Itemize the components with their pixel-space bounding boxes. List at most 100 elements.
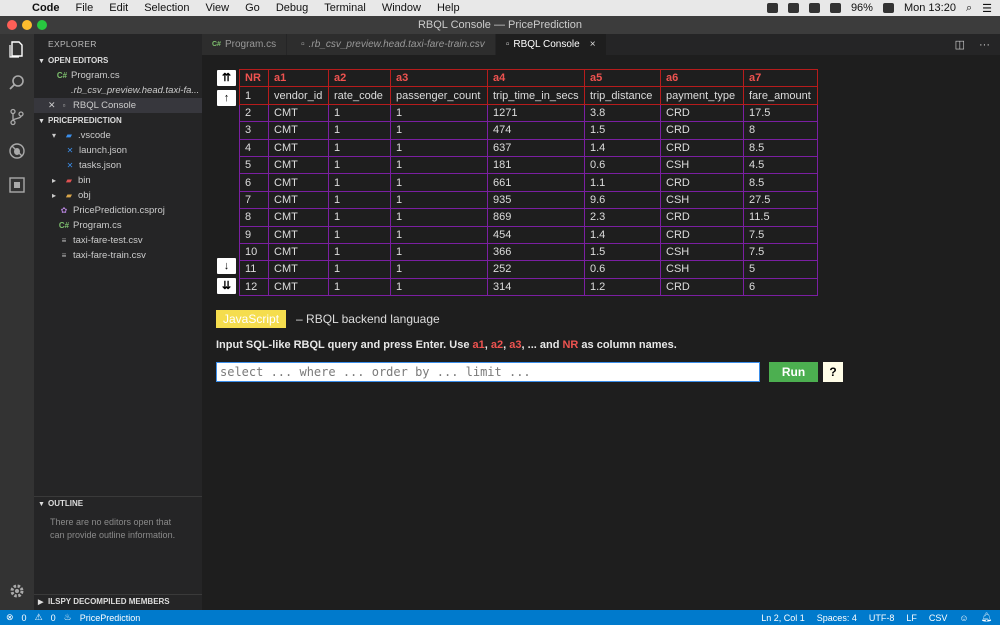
warning-count[interactable]: 0 [51,613,56,623]
search-icon[interactable]: ⌕ [966,2,972,15]
tab-csv-preview[interactable]: ▫ .rb_csv_preview.head.taxi-fare-train.c… [287,34,496,55]
prev-page-button[interactable]: ↑ [217,90,236,106]
debug-icon[interactable] [7,142,27,162]
encoding[interactable]: UTF-8 [869,613,895,623]
table-cell: 1.5 [584,121,661,140]
table-cell: CSH [660,260,744,279]
menu-edit[interactable]: Edit [101,2,136,14]
warning-icon[interactable]: ⚠ [35,612,43,623]
table-cell: 935 [487,190,585,210]
close-icon[interactable]: ✕ [48,98,58,113]
table-cell: 869 [487,208,585,227]
next-page-button[interactable]: ↓ [217,258,236,274]
line-ending[interactable]: LF [906,613,917,623]
flame-icon[interactable]: ♨ [64,612,72,623]
outline-header[interactable]: ▼ OUTLINE [34,496,202,510]
error-count[interactable]: 0 [22,613,27,623]
help-button[interactable]: ? [823,362,843,382]
table-cell: 1 [390,190,488,210]
open-editor-label: .rb_csv_preview.head.taxi-fa... [71,85,200,96]
tree-item-vscode[interactable]: ▾ ▰ .vscode [34,128,202,143]
table-cell: CRD [660,103,744,123]
menu-terminal[interactable]: Terminal [316,2,374,14]
minimize-window-button[interactable] [22,20,32,30]
tab-program-cs[interactable]: C# Program.cs [202,34,288,55]
outline-panel: ▼ OUTLINE There are no editors open that … [34,496,202,548]
volume-icon[interactable] [829,3,841,13]
notifications-bell-icon[interactable]: 🔔︎ [981,612,992,623]
menu-window[interactable]: Window [374,2,429,14]
close-icon[interactable]: × [590,34,596,55]
col-header-a6: a6 [660,68,744,88]
more-actions-icon[interactable]: ··· [979,39,990,51]
table-cell: 1.5 [584,242,661,262]
tree-item-program-cs[interactable]: C# Program.cs [34,218,202,233]
open-editor-csv-preview[interactable]: .rb_csv_preview.head.taxi-fa... [34,83,202,98]
settings-gear-icon[interactable] [7,582,27,602]
menubar-clock[interactable]: Mon 13:20 [904,2,956,14]
menu-help[interactable]: Help [429,2,468,14]
last-page-button[interactable]: ⇊ [217,278,236,294]
menu-go[interactable]: Go [237,2,268,14]
cursor-position[interactable]: Ln 2, Col 1 [761,613,805,623]
extensions-icon[interactable] [7,176,27,196]
table-cell: 1 [328,225,391,244]
tree-item-bin[interactable]: ▸ ▰ bin [34,173,202,188]
table-cell: CSH [660,155,744,175]
source-control-icon[interactable] [7,108,27,128]
backend-language-button[interactable]: JavaScript [216,310,287,328]
menu-selection[interactable]: Selection [136,2,197,14]
wifi-icon[interactable] [808,3,820,13]
table-cell: 0.6 [584,155,661,175]
first-page-button[interactable]: ⇈ [217,70,236,86]
table-cell: 1 [328,260,391,279]
language-mode[interactable]: CSV [929,613,948,623]
tree-item-label: taxi-fare-train.csv [73,250,146,261]
errors-icon[interactable]: ⊗ [6,612,14,623]
tree-item-taxi-fare-train[interactable]: ≡ taxi-fare-train.csv [34,248,202,263]
tree-item-obj[interactable]: ▸ ▰ obj [34,188,202,203]
run-button[interactable]: Run [769,362,818,382]
split-editor-icon[interactable]: ◫ [955,38,965,51]
tree-item-label: bin [78,175,91,186]
col-header-a2: a2 [328,68,391,88]
project-header[interactable]: ▼ PRICEPREDICTION [34,114,202,128]
tree-item-csproj[interactable]: ✿ PricePrediction.csproj [34,203,202,218]
query-input[interactable] [216,362,760,382]
table-cell: CRD [660,121,744,140]
tab-rbql-console[interactable]: ▫ RBQL Console × [495,34,607,55]
ilspy-panel: ▶ ILSPY DECOMPILED MEMBERS [34,594,202,609]
indentation[interactable]: Spaces: 4 [817,613,857,623]
project-name[interactable]: PricePrediction [80,613,141,623]
menu-app-code[interactable]: Code [24,2,68,14]
open-editor-rbql-console[interactable]: ✕ ▫ RBQL Console [34,98,202,113]
open-editors-header[interactable]: ▼ OPEN EDITORS [34,54,202,68]
explorer-icon[interactable] [7,40,27,60]
menu-list-icon[interactable]: ☰ [982,2,992,15]
zoom-window-button[interactable] [37,20,47,30]
search-icon[interactable] [7,74,27,94]
tab-label: .rb_csv_preview.head.taxi-fare-train.csv [308,39,485,50]
table-cell: 9 [239,225,269,244]
tree-item-launch-json[interactable]: ✕ launch.json [34,143,202,158]
menu-view[interactable]: View [197,2,237,14]
evernote-icon[interactable] [766,3,778,13]
cloud-icon[interactable] [787,3,799,13]
csv-file-icon: ≡ [61,236,67,245]
ilspy-header[interactable]: ▶ ILSPY DECOMPILED MEMBERS [34,595,202,609]
smiley-feedback-icon[interactable]: ☺ [959,613,968,623]
chevron-down-icon: ▼ [38,501,45,508]
table-cell: CRD [660,225,744,244]
activity-bar [0,34,34,610]
tree-item-taxi-fare-test[interactable]: ≡ taxi-fare-test.csv [34,233,202,248]
menu-file[interactable]: File [68,2,102,14]
col-header-nr: NR [239,68,269,88]
tree-item-label: obj [78,190,91,201]
table-cell: 1.2 [584,277,661,297]
menu-debug[interactable]: Debug [268,2,316,14]
tree-item-tasks-json[interactable]: ✕ tasks.json [34,158,202,173]
table-cell: 3.8 [584,103,661,123]
close-window-button[interactable] [7,20,17,30]
battery-icon[interactable] [882,3,894,13]
open-editor-program-cs[interactable]: C# Program.cs [34,68,202,83]
